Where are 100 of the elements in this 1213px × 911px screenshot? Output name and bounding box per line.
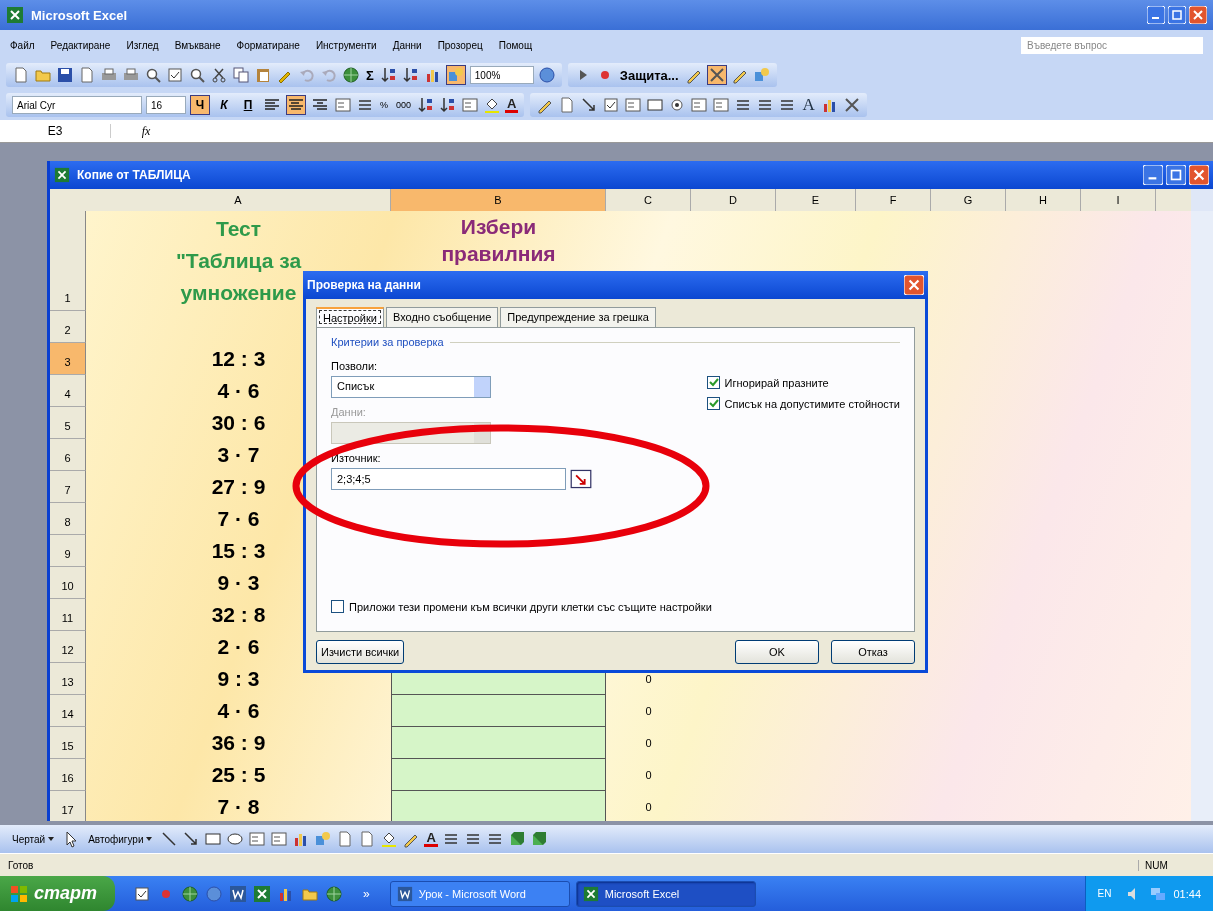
menu-item[interactable]: Прозорец — [437, 39, 483, 51]
source-field[interactable]: 2;3;4;5 — [331, 468, 566, 490]
minimize-icon[interactable] — [1143, 165, 1163, 185]
menu-item[interactable]: Изглед — [126, 39, 159, 51]
page-icon[interactable] — [12, 66, 30, 84]
listbox-icon[interactable] — [248, 830, 267, 848]
font-name-field[interactable]: Arial Cyr — [12, 96, 142, 114]
close-icon[interactable] — [1189, 6, 1207, 24]
row-header[interactable]: 10 — [50, 567, 86, 599]
close-icon[interactable] — [904, 275, 924, 295]
font-color-button[interactable]: A — [505, 97, 519, 113]
taskbar-button[interactable]: Microsoft Excel — [575, 880, 756, 907]
draw-menu[interactable]: Чертай — [8, 833, 59, 845]
globe-icon[interactable] — [181, 884, 200, 903]
allow-dropdown[interactable]: Списък — [331, 376, 491, 398]
row-header[interactable]: 15 — [50, 727, 86, 759]
refedit-icon[interactable] — [570, 468, 592, 490]
tools-icon[interactable] — [842, 96, 861, 114]
autoshapes-menu[interactable]: Автофигури — [84, 833, 157, 845]
function-label[interactable]: fx — [111, 123, 181, 139]
menu-item[interactable]: Помощ — [498, 39, 533, 51]
row-header[interactable]: 14 — [50, 695, 86, 727]
bucket-icon[interactable] — [483, 96, 502, 114]
tab[interactable]: Настройки — [316, 307, 384, 327]
sort-icon[interactable] — [379, 66, 398, 84]
rectangle-icon[interactable] — [204, 830, 223, 848]
name-box[interactable]: E3 — [0, 124, 111, 138]
excel-icon[interactable] — [253, 884, 272, 903]
maximize-icon[interactable] — [1166, 165, 1186, 185]
listbox-icon[interactable] — [712, 96, 731, 114]
listbox-icon[interactable] — [690, 96, 709, 114]
checkbox-label[interactable]: Списък на допустимите стойности — [724, 397, 900, 410]
checkbox-label[interactable]: Игнорирай празните — [724, 376, 829, 389]
menu-item[interactable]: Файл — [10, 39, 35, 51]
checkbox[interactable] — [331, 600, 344, 613]
row-header[interactable]: 3 — [50, 343, 86, 375]
row-header[interactable]: 2 — [50, 311, 86, 343]
sort-icon[interactable] — [401, 66, 420, 84]
answer-cell[interactable] — [391, 727, 606, 759]
globe-icon[interactable] — [325, 884, 344, 903]
magnifier-icon[interactable] — [188, 66, 206, 84]
help-search-field[interactable]: Въведете въпрос — [1021, 36, 1203, 54]
row-header[interactable]: 16 — [50, 759, 86, 791]
ok-button[interactable]: OK — [735, 640, 819, 664]
magnifier-icon[interactable] — [144, 66, 162, 84]
row-header[interactable]: 4 — [50, 375, 86, 407]
row-header[interactable]: 13 — [50, 663, 86, 695]
drawing-toggle-button[interactable] — [445, 65, 466, 85]
scissors-icon[interactable] — [210, 66, 228, 84]
word-icon[interactable] — [229, 884, 248, 903]
row-header[interactable]: 11 — [50, 599, 86, 631]
clear-all-button[interactable]: Изчисти всички — [316, 640, 405, 664]
row-header[interactable]: 5 — [50, 407, 86, 439]
protection-menu[interactable]: Защита... — [617, 67, 681, 83]
checkbox-icon[interactable] — [133, 884, 152, 903]
rectangle-icon[interactable] — [646, 96, 665, 114]
checkbox-icon[interactable] — [602, 96, 621, 114]
answer-cell[interactable] — [391, 759, 606, 791]
row-header[interactable]: 6 — [50, 439, 86, 471]
column-header[interactable]: B — [391, 189, 606, 212]
shapes-icon[interactable] — [314, 830, 333, 848]
cancel-button[interactable]: Отказ — [831, 640, 915, 664]
font-size-field[interactable]: 16 — [146, 96, 186, 114]
maximize-icon[interactable] — [1168, 6, 1186, 24]
text-tool-button[interactable]: A — [800, 95, 817, 115]
minimize-icon[interactable] — [1147, 6, 1165, 24]
row-header[interactable]: 17 — [50, 791, 86, 821]
vertical-scrollbar[interactable] — [1191, 211, 1213, 821]
taskbar-button[interactable]: Урок - Microsoft Word — [389, 880, 570, 907]
checkbox[interactable] — [706, 376, 720, 389]
number-format-button[interactable]: 000 — [394, 100, 414, 110]
menu-item[interactable]: Вмъкване — [174, 39, 221, 51]
copy-icon[interactable] — [232, 66, 250, 84]
answer-cell[interactable] — [391, 695, 606, 727]
number-format-button[interactable]: % — [378, 100, 390, 110]
style-button[interactable]: К — [214, 95, 234, 115]
menu-item[interactable]: Форматиране — [236, 39, 300, 51]
menu-item[interactable]: Инструменти — [315, 39, 377, 51]
checkbox-label[interactable]: Приложи тези промени към всички други клетки със същите настройки — [349, 600, 712, 613]
zoom-field[interactable]: 100% — [469, 66, 534, 84]
tab[interactable]: Входно съобщение — [385, 307, 499, 327]
style-button[interactable]: П — [238, 95, 258, 115]
row-header[interactable]: 12 — [50, 631, 86, 663]
row-header[interactable]: 1 — [50, 211, 86, 311]
checkbox[interactable] — [706, 397, 720, 410]
help-icon[interactable] — [537, 66, 556, 84]
answer-cell[interactable] — [391, 791, 606, 821]
listbox-icon[interactable] — [334, 96, 352, 114]
menu-item[interactable]: Данни — [392, 39, 422, 51]
bucket-icon[interactable] — [380, 830, 399, 848]
close-icon[interactable] — [1189, 165, 1209, 185]
row-header[interactable]: 7 — [50, 471, 86, 503]
menu-item[interactable]: Редактиране — [50, 39, 111, 51]
start-button[interactable]: старт — [0, 876, 116, 911]
tab[interactable]: Предупреждение за грешка — [500, 307, 656, 327]
globe-icon[interactable] — [342, 66, 360, 84]
font-color-button[interactable]: A — [424, 831, 438, 847]
listbox-icon[interactable] — [624, 96, 643, 114]
style-button[interactable]: Ч — [190, 95, 210, 115]
row-header[interactable]: 9 — [50, 535, 86, 567]
